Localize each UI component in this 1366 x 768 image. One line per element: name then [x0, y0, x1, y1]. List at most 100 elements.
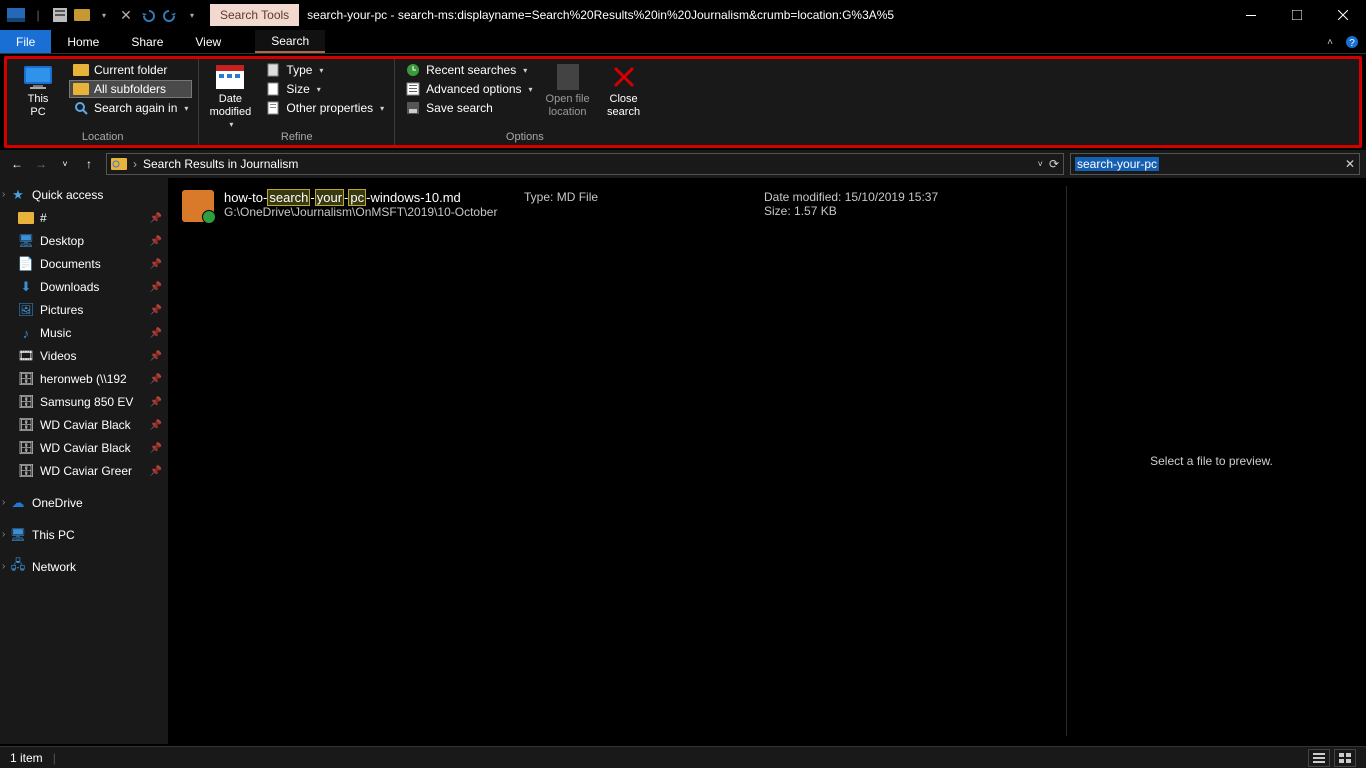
- chevron-down-icon: ▾: [319, 66, 323, 75]
- qat-dropdown-icon[interactable]: ▾: [94, 5, 114, 25]
- this-pc-button[interactable]: This PC: [13, 61, 63, 130]
- search-input[interactable]: search-your-pc ✕: [1070, 153, 1360, 175]
- netdrive-icon: 🗄: [18, 371, 34, 387]
- sidebar-item-wd2[interactable]: 🗄WD Caviar Black📌: [2, 437, 166, 459]
- tab-share[interactable]: Share: [115, 30, 179, 53]
- sidebar-item-downloads[interactable]: ⬇Downloads📌: [2, 276, 166, 298]
- preview-pane: Select a file to preview.: [1066, 186, 1356, 736]
- all-subfolders-button[interactable]: All subfolders: [69, 80, 192, 98]
- qat-customize-icon[interactable]: ▾: [182, 5, 202, 25]
- svg-text:?: ?: [1349, 38, 1355, 49]
- new-folder-icon[interactable]: [72, 5, 92, 25]
- file-size-icon: [265, 81, 281, 97]
- forward-button[interactable]: →: [30, 153, 52, 175]
- pin-icon: 📌: [150, 466, 162, 477]
- save-search-button[interactable]: Save search: [401, 99, 536, 117]
- close-window-button[interactable]: [1320, 0, 1366, 30]
- desktop-icon: 🖥: [18, 233, 34, 249]
- drive-icon: 🗄: [18, 394, 34, 410]
- sidebar-item-videos[interactable]: 🎞Videos📌: [2, 345, 166, 367]
- sidebar-item-heronweb[interactable]: 🗄heronweb (\\192📌: [2, 368, 166, 390]
- advanced-options-button[interactable]: Advanced options▾: [401, 80, 536, 98]
- downloads-icon: ⬇: [18, 279, 34, 295]
- close-search-button[interactable]: Close search: [599, 61, 649, 130]
- maximize-button[interactable]: [1274, 0, 1320, 30]
- recent-searches-button[interactable]: Recent searches▾: [401, 61, 536, 79]
- refresh-icon[interactable]: ⟳: [1049, 157, 1059, 171]
- sidebar-item-documents[interactable]: 📄Documents📌: [2, 253, 166, 275]
- large-icons-view-button[interactable]: [1334, 749, 1356, 767]
- back-button[interactable]: ←: [6, 153, 28, 175]
- recent-icon: [405, 62, 421, 78]
- sidebar-item-wd3[interactable]: 🗄WD Caviar Greer📌: [2, 460, 166, 482]
- ribbon-tabs: File Home Share View Search ˄ ?: [0, 30, 1366, 54]
- minimize-button[interactable]: [1228, 0, 1274, 30]
- tab-file[interactable]: File: [0, 30, 51, 53]
- music-icon: ♪: [18, 325, 34, 341]
- status-bar: 1 item |: [0, 746, 1366, 768]
- chevron-down-icon: ▾: [380, 104, 384, 113]
- search-result-row[interactable]: how-to-search-your-pc-windows-10.md G:\O…: [178, 186, 1066, 226]
- undo-icon[interactable]: [138, 5, 158, 25]
- tab-search[interactable]: Search: [255, 30, 325, 53]
- status-item-count: 1 item: [10, 751, 43, 765]
- sidebar-item-desktop[interactable]: 🖥Desktop📌: [2, 230, 166, 252]
- documents-icon: 📄: [18, 256, 34, 272]
- size-button[interactable]: Size▾: [261, 80, 388, 98]
- quick-access-toolbar: | ▾ ✕ ▾: [0, 5, 202, 25]
- address-bar[interactable]: › Search Results in Journalism ˅ ⟳: [106, 153, 1064, 175]
- network-icon: 🖧: [10, 559, 26, 575]
- videos-icon: 🎞: [18, 348, 34, 364]
- results-pane: how-to-search-your-pc-windows-10.md G:\O…: [168, 178, 1366, 744]
- file-location-icon: [552, 63, 584, 91]
- redo-icon[interactable]: [160, 5, 180, 25]
- search-folder-icon: [111, 156, 127, 172]
- properties-icon[interactable]: [50, 5, 70, 25]
- clear-search-icon[interactable]: ✕: [1345, 157, 1355, 171]
- sidebar-onedrive[interactable]: ☁OneDrive: [2, 492, 166, 514]
- magnifier-icon: [73, 100, 89, 116]
- result-type: Type: MD File: [524, 190, 754, 204]
- breadcrumb[interactable]: Search Results in Journalism: [143, 157, 298, 171]
- qat-separator: |: [28, 5, 48, 25]
- delete-icon[interactable]: ✕: [116, 5, 136, 25]
- properties-icon: [265, 100, 281, 116]
- help-icon[interactable]: ?: [1342, 32, 1362, 52]
- date-modified-button[interactable]: Date modified▾: [205, 61, 255, 130]
- other-properties-button[interactable]: Other properties▾: [261, 99, 388, 117]
- type-button[interactable]: Type▾: [261, 61, 388, 79]
- sidebar-item-samsung[interactable]: 🗄Samsung 850 EV📌: [2, 391, 166, 413]
- tab-home[interactable]: Home: [51, 30, 115, 53]
- sidebar-quick-access[interactable]: ★Quick access: [2, 184, 166, 206]
- recent-locations-button[interactable]: ˅: [54, 153, 76, 175]
- up-button[interactable]: ↑: [78, 153, 100, 175]
- pin-icon: 📌: [150, 259, 162, 270]
- current-folder-button[interactable]: Current folder: [69, 61, 192, 79]
- sidebar-item-pictures[interactable]: 🖼Pictures📌: [2, 299, 166, 321]
- pin-icon: 📌: [150, 374, 162, 385]
- explorer-icon: [6, 5, 26, 25]
- details-view-button[interactable]: [1308, 749, 1330, 767]
- sidebar-item-music[interactable]: ♪Music📌: [2, 322, 166, 344]
- contextual-tab-label: Search Tools: [210, 4, 299, 26]
- address-dropdown-icon[interactable]: ˅: [1038, 159, 1043, 169]
- result-path: G:\OneDrive\Journalism\OnMSFT\2019\10-Oc…: [224, 205, 514, 219]
- sidebar-item-hash[interactable]: #📌: [2, 207, 166, 229]
- minimize-ribbon-icon[interactable]: ˄: [1320, 32, 1340, 52]
- chevron-down-icon: ▾: [529, 85, 533, 94]
- breadcrumb-sep: ›: [133, 157, 137, 171]
- sidebar-network[interactable]: 🖧Network: [2, 556, 166, 578]
- sidebar-this-pc[interactable]: 🖥This PC: [2, 524, 166, 546]
- drive-icon: 🗄: [18, 417, 34, 433]
- pin-icon: 📌: [150, 305, 162, 316]
- pictures-icon: 🖼: [18, 302, 34, 318]
- tab-view[interactable]: View: [179, 30, 237, 53]
- this-pc-label: This PC: [28, 93, 49, 118]
- search-again-in-button[interactable]: Search again in▾: [69, 99, 192, 117]
- open-file-location-button[interactable]: Open file location: [543, 61, 593, 130]
- ribbon-group-refine: Date modified▾ Type▾ Size▾ Other propert…: [199, 59, 395, 145]
- navigation-bar: ← → ˅ ↑ › Search Results in Journalism ˅…: [0, 150, 1366, 178]
- folder-icon: [73, 62, 89, 78]
- sidebar-item-wd1[interactable]: 🗄WD Caviar Black📌: [2, 414, 166, 436]
- result-meta: Date modified: 15/10/2019 15:37 Size: 1.…: [764, 190, 964, 218]
